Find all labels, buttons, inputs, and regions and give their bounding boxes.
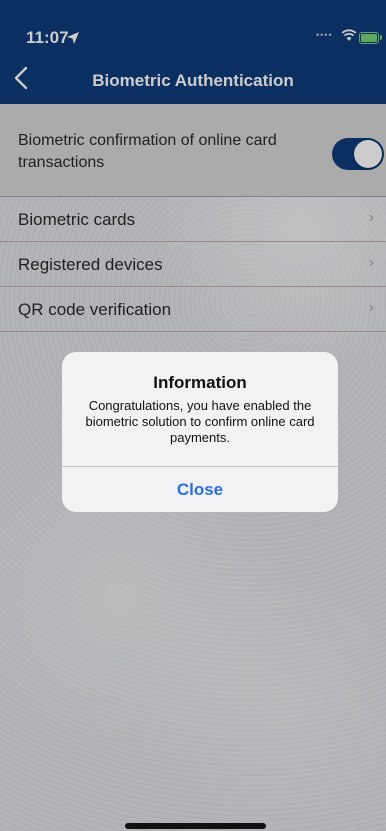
- dialog-title: Information: [153, 373, 247, 392]
- home-indicator[interactable]: [125, 823, 266, 829]
- dialog-message: Congratulations, you have enabled the bi…: [85, 398, 315, 445]
- information-dialog: Information Congratulations, you have en…: [62, 352, 338, 512]
- close-button[interactable]: Close: [62, 467, 338, 512]
